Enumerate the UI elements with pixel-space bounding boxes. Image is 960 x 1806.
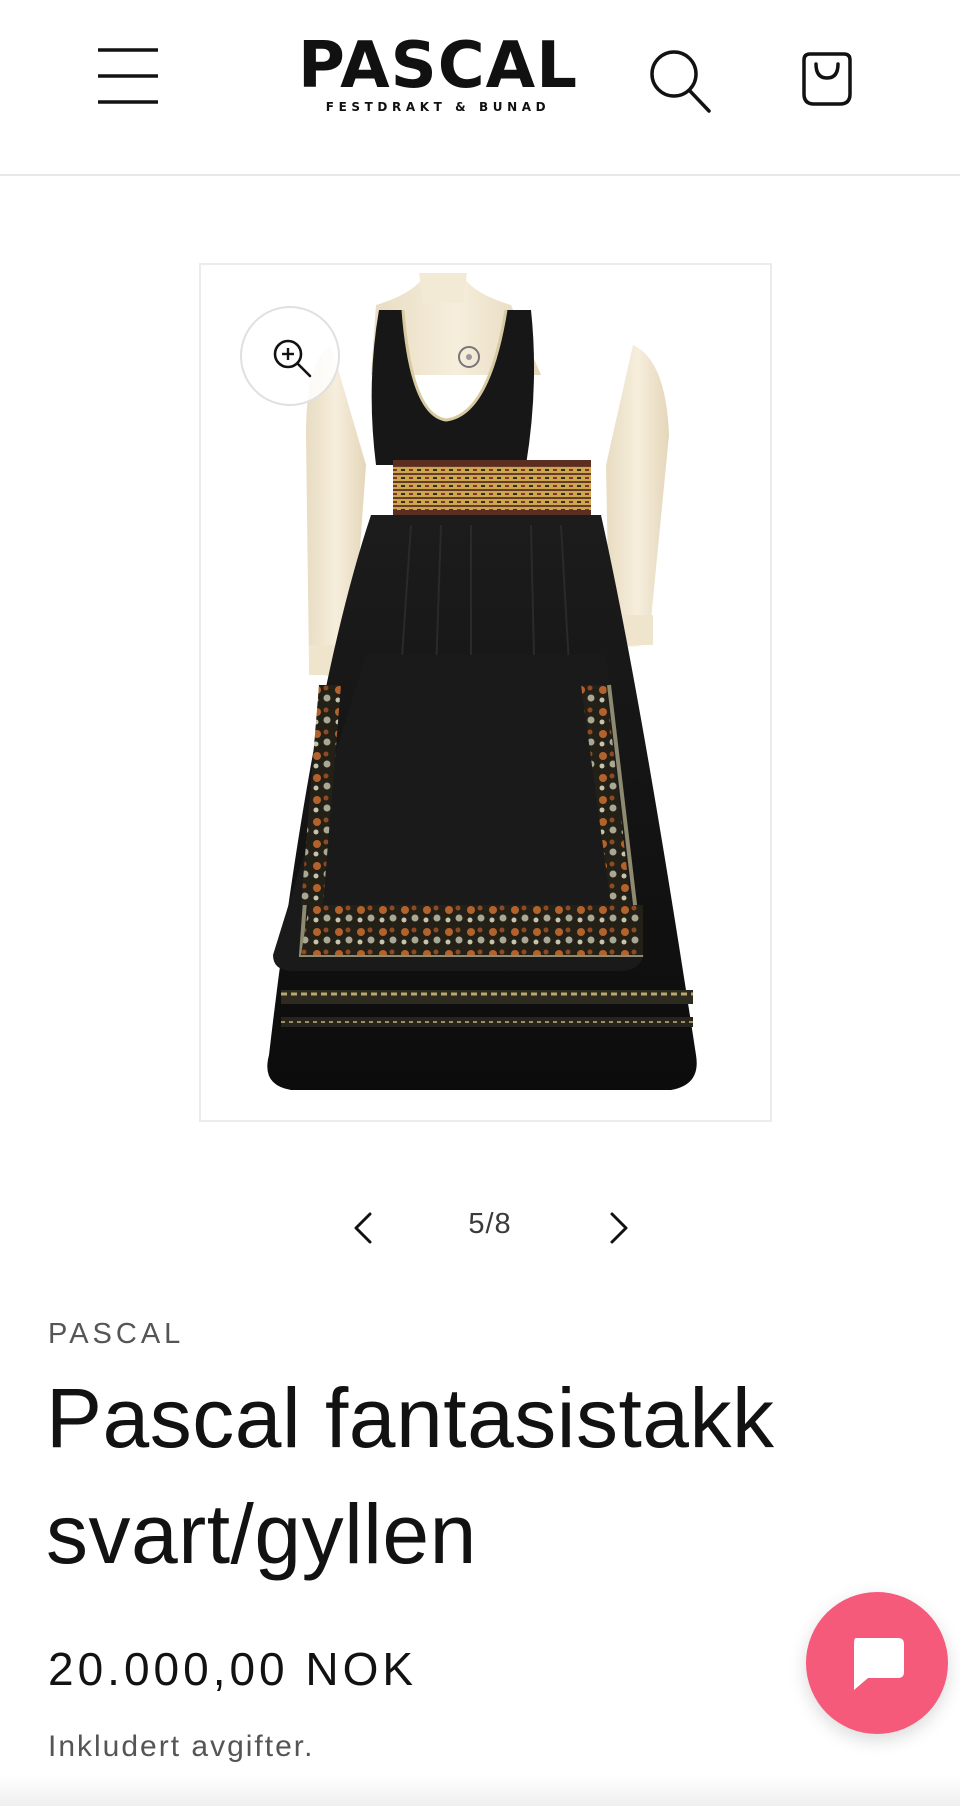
search-button[interactable] <box>646 46 712 116</box>
product-title-line-1: Pascal fantasistakk <box>46 1371 775 1465</box>
menu-button[interactable] <box>96 44 162 110</box>
cart-button[interactable] <box>796 48 858 110</box>
chat-bubble-icon <box>854 1638 904 1690</box>
logo-tagline: FESTDRAKT & BUNAD <box>325 100 551 114</box>
zoom-button[interactable] <box>240 306 340 406</box>
zoom-in-icon <box>273 339 312 378</box>
site-header: PASCAL FESTDRAKT & BUNAD <box>0 0 960 176</box>
hamburger-menu-icon <box>98 48 158 104</box>
slide-counter: 5/8 <box>468 1208 512 1240</box>
bottom-edge <box>0 1776 960 1806</box>
product-vendor: PASCAL <box>48 1318 185 1350</box>
logo[interactable]: PASCAL FESTDRAKT & BUNAD <box>292 32 584 114</box>
product-title-line-2: svart/gyllen <box>46 1487 477 1581</box>
chevron-left-icon <box>354 1212 372 1244</box>
product-page: PASCAL FESTDRAKT & BUNAD 5/8 PASCAL Pasc… <box>0 0 960 1806</box>
next-slide-button[interactable] <box>596 1206 640 1250</box>
previous-slide-button[interactable] <box>342 1206 386 1250</box>
chat-button[interactable] <box>806 1592 948 1734</box>
search-icon <box>650 50 711 113</box>
product-title: Pascal fantasistakk svart/gyllen <box>46 1360 826 1592</box>
product-price: 20.000,00 NOK <box>48 1643 418 1695</box>
tax-note: Inkludert avgifter. <box>48 1730 315 1763</box>
logo-wordmark: PASCAL <box>298 29 578 103</box>
shopping-bag-icon <box>802 52 852 106</box>
chevron-right-icon <box>610 1212 628 1244</box>
